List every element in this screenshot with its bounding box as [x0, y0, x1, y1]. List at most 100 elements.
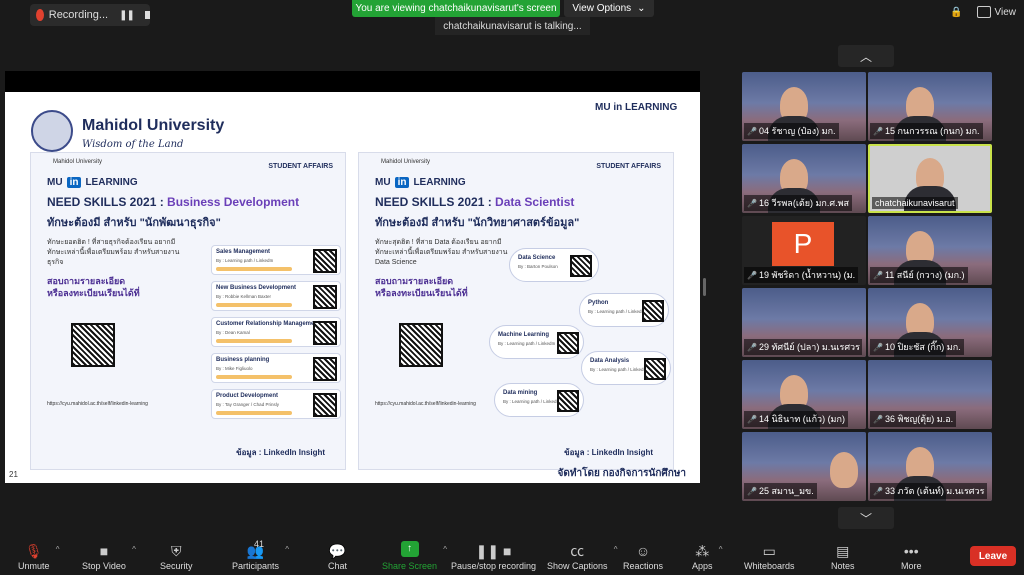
course-card: Business planning By : Mike Figliuolo [211, 353, 341, 383]
active-speaker-tile[interactable]: chatchaikunavisarut [868, 144, 992, 213]
video-options-caret[interactable]: ^ [132, 545, 136, 554]
participant-tile[interactable]: 🎤 10 ปิยะชัส (กิ๊ก) มก. [868, 288, 992, 357]
share-screen-button[interactable]: ↑ ^ Share Screen [382, 541, 447, 571]
reactions-label: Reactions [623, 561, 664, 571]
resize-handle[interactable] [703, 278, 706, 296]
mic-muted-icon: 🎤 [747, 270, 757, 280]
notes-icon: ▤ [836, 543, 850, 559]
poster-ask-line1: สอบถามรายละเอียด [47, 276, 126, 286]
skill-cloud: Machine Learning By : Learning path / Li… [489, 325, 584, 359]
captions-options-caret[interactable]: ^ [614, 545, 618, 554]
poster-ask-line2: หรือลงทะเบียนเรียนได้ที่ [47, 288, 140, 298]
more-button[interactable]: ••• More [901, 541, 922, 571]
participant-tile[interactable]: 🎤 33 ภวัต (เต้นท์) ม.นเรศวร [868, 432, 992, 501]
participant-tile[interactable]: 🎤 29 ทัศนีย์ (ปลา) ม.นเรศวร [742, 288, 866, 357]
apps-options-caret[interactable]: ^ [719, 545, 723, 554]
participant-name: 04 รัชาญ (ป๋อง) มก. [758, 126, 836, 136]
whiteboards-button[interactable]: ▭ Whiteboards [744, 541, 795, 571]
poster-description: ทักษะสุดฮิต ! ที่สาย Data ต้องเรียน อยาก… [375, 239, 508, 266]
stop-video-button[interactable]: ■ ^ Stop Video [82, 541, 136, 571]
course-title: Product Development [216, 393, 279, 399]
chat-label: Chat [328, 561, 348, 571]
security-button[interactable]: ⛨ Security [160, 541, 193, 571]
participants-options-caret[interactable]: ^ [285, 545, 289, 554]
poster-register-text: สอบถามรายละเอียด หรือลงทะเบียนเรียนได้ที… [47, 275, 140, 299]
participant-name: 14 นิธินาท (แก้ว) (มก) [758, 414, 845, 424]
participants-count: 41 [254, 539, 265, 549]
poster-title-accent: Data Scientist [495, 195, 575, 209]
skill-cloud: Data Analysis By : Learning path / Linke… [581, 351, 671, 385]
poster-thai-title: ทักษะต้องมี สำหรับ "นักวิทยาศาสตร์ข้อมูล… [375, 217, 580, 229]
participant-name: 19 พัชริดา (น้ำหวาน) (ม. [758, 270, 856, 280]
participant-name: 10 ปิยะชัส (กิ๊ก) มก. [884, 342, 961, 352]
skill-qr-code [642, 300, 664, 322]
audio-options-caret[interactable]: ^ [56, 545, 60, 554]
mic-muted-icon: 🎤 [873, 126, 883, 136]
made-by-text: จัดทำโดย กองกิจการนักศึกษา [557, 468, 686, 479]
brand-mu: MU [47, 177, 63, 188]
mic-off-icon: 🎙 [24, 543, 43, 559]
poster-source: ข้อมูล : LinkedIn Insight [236, 448, 325, 457]
mic-muted-icon: 🎤 [873, 270, 883, 280]
participant-name-label: 🎤 11 สนีย์ (กวาง) (มก.) [870, 267, 968, 283]
participant-name-label: 🎤 19 พัชริดา (น้ำหวาน) (ม. [744, 267, 859, 283]
participant-name: 25 สมาน_มข. [758, 486, 814, 496]
notes-button[interactable]: ▤ Notes [831, 541, 855, 571]
participant-tile[interactable]: 🎤 15 กนกวรรณ (กนก) มก. [868, 72, 992, 141]
recording-indicator[interactable]: Recording... ❚❚ [30, 4, 150, 26]
shield-icon: ⛨ [171, 543, 182, 559]
mic-muted-icon: 🎤 [747, 198, 757, 208]
brand-in: in [394, 177, 410, 188]
video-camera-icon: ■ [99, 543, 109, 559]
participant-tile[interactable]: 🎤 04 รัชาญ (ป๋อง) มก. [742, 72, 866, 141]
shield-lock-icon[interactable]: 🔒 [950, 7, 962, 18]
participant-name: 16 วีรพล(เต้ย) มก.ศ.พส [758, 198, 850, 208]
mic-muted-icon: 🎤 [747, 342, 757, 352]
skill-qr-code [557, 390, 579, 412]
reactions-button[interactable]: ☺ Reactions [623, 541, 663, 571]
show-captions-button[interactable]: ㏄ ^ Show Captions [547, 541, 618, 571]
participant-tile[interactable]: 🎤 16 วีรพล(เต้ย) มก.ศ.พส [742, 144, 866, 213]
pause-recording-button[interactable]: ❚❚ ■ Pause/stop recording [451, 541, 536, 571]
participant-tile[interactable]: 🎤 11 สนีย์ (กวาง) (มก.) [868, 216, 992, 285]
apps-button[interactable]: ⁂ ^ Apps [692, 541, 723, 571]
unmute-button[interactable]: 🎙 ^ Unmute [18, 541, 60, 571]
security-label: Security [160, 561, 193, 571]
participant-name: chatchaikunavisarut [875, 198, 955, 208]
poster-title-main: NEED SKILLS 2021 : [375, 195, 496, 209]
participant-tile[interactable]: 🎤 14 นิธินาท (แก้ว) (มก) [742, 360, 866, 429]
participant-tile[interactable]: 🎤 36 พิชญ(ตุ้ย) ม.อ. [868, 360, 992, 429]
course-qr-code [313, 357, 337, 381]
skill-author: By : Learning path / LinkedIn [588, 309, 646, 314]
participant-name: 29 ทัศนีย์ (ปลา) ม.นเรศวร [758, 342, 860, 352]
skill-title: Machine Learning [498, 332, 550, 338]
view-label: View [994, 6, 1017, 18]
gallery-next-button[interactable]: ﹀ [838, 507, 894, 529]
poster-url: https://cyu.mahidol.ac.th/self/linkedin-… [375, 401, 476, 407]
pause-recording-label: Pause/stop recording [451, 561, 537, 571]
course-author: By : Robbie Kellman Baxter [216, 294, 272, 299]
skill-cloud: Data Science By : Barton Poulson [509, 248, 599, 282]
participants-button[interactable]: 👥 41 ^ Participants [232, 539, 289, 571]
course-author: By : Tay Granger / Chad Prinsly [216, 402, 279, 407]
poster-university: Mahidol University [381, 159, 431, 165]
view-button[interactable]: View [976, 6, 1017, 18]
skill-qr-code [644, 358, 666, 380]
view-options-button[interactable]: View Options ⌄ [564, 0, 654, 17]
leave-button[interactable]: Leave [970, 546, 1016, 566]
pause-recording-icon[interactable]: ❚❚ [119, 10, 135, 21]
poster-description: ทักษะยอดฮิต ! ที่สายธุรกิจต้องเรียน อยาก… [47, 239, 180, 266]
share-options-caret[interactable]: ^ [443, 545, 447, 554]
chat-button[interactable]: 💬 Chat [328, 541, 347, 571]
stop-recording-icon[interactable] [144, 11, 150, 19]
poster-title-accent: Business Development [167, 195, 300, 209]
participant-tile[interactable]: P 🎤 19 พัชริดา (น้ำหวาน) (ม. [742, 216, 866, 285]
mic-muted-icon: 🎤 [747, 126, 757, 136]
brand-in: in [66, 177, 82, 188]
participant-name: 33 ภวัต (เต้นท์) ม.นเรศวร [884, 486, 985, 496]
gallery-prev-button[interactable]: ︿ [838, 45, 894, 67]
skill-author: By : Barton Poulson [518, 264, 558, 269]
participant-tile[interactable]: 🎤 25 สมาน_มข. [742, 432, 866, 501]
poster-ask-line2: หรือลงทะเบียนเรียนได้ที่ [375, 288, 468, 298]
course-title: Business planning [216, 357, 270, 363]
